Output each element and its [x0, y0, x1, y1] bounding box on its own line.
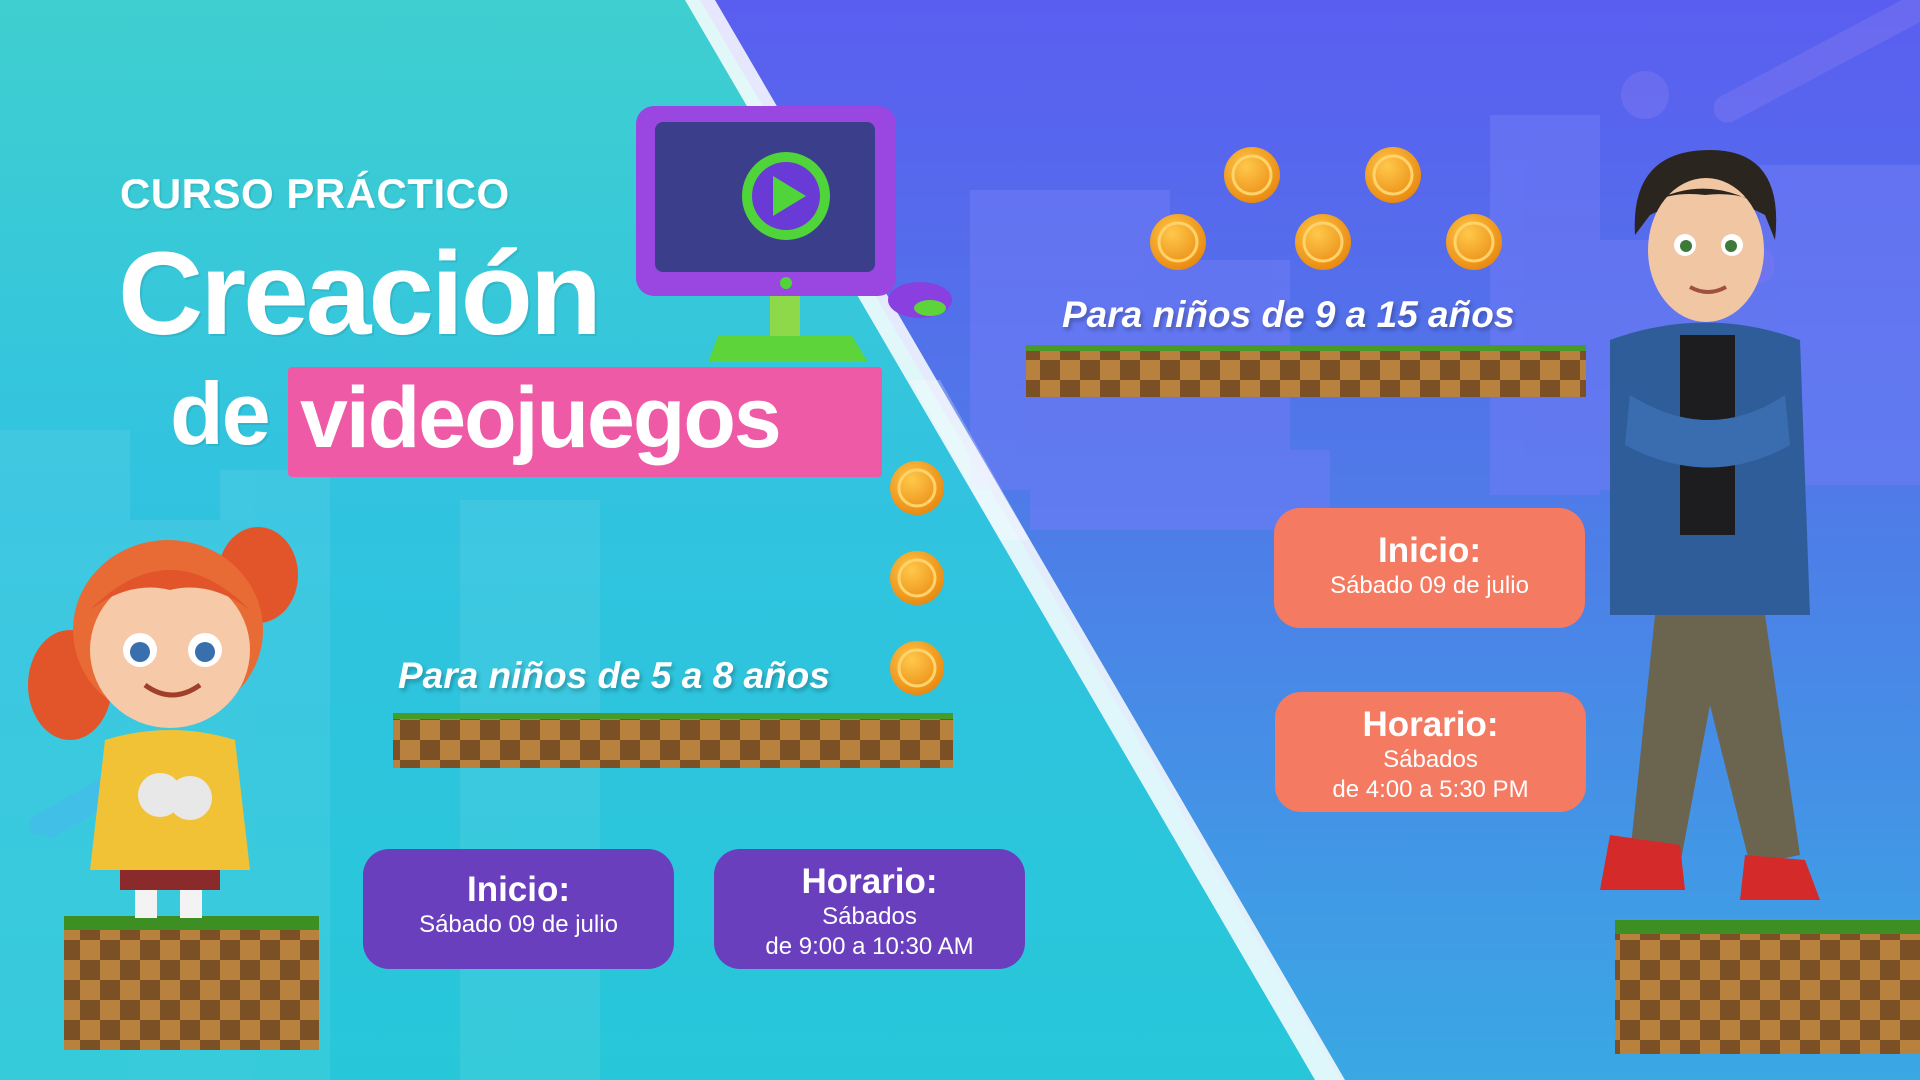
- start-card-young: Inicio: Sábado 09 de julio: [363, 849, 674, 969]
- start-card-older: Inicio: Sábado 09 de julio: [1274, 508, 1585, 628]
- schedule-days-young: Sábados: [822, 902, 917, 930]
- course-title-prefix: de: [170, 364, 271, 463]
- schedule-card-older: Horario: Sábados de 4:00 a 5:30 PM: [1275, 692, 1586, 812]
- schedule-time-older: de 4:00 a 5:30 PM: [1332, 775, 1529, 803]
- course-eyebrow: CURSO PRÁCTICO: [120, 170, 510, 217]
- boy-character-illustration: [1600, 150, 1820, 900]
- age-label-young: Para niños de 5 a 8 años: [398, 655, 830, 696]
- start-title-young: Inicio:: [466, 870, 571, 909]
- schedule-title-older: Horario:: [1362, 705, 1499, 744]
- schedule-time-young: de 9:00 a 10:30 AM: [765, 932, 974, 960]
- schedule-days-older: Sábados: [1383, 745, 1478, 773]
- girl-character-illustration: [28, 527, 298, 918]
- monitor-play-icon: [636, 106, 952, 362]
- schedule-card-young: Horario: Sábados de 9:00 a 10:30 AM: [714, 849, 1025, 969]
- start-date-older: Sábado 09 de julio: [1330, 571, 1529, 599]
- start-title-older: Inicio:: [1377, 531, 1482, 570]
- schedule-title-young: Horario:: [801, 862, 938, 901]
- course-title-line1: Creación: [118, 228, 602, 360]
- course-title-highlight: videojuegos: [300, 370, 782, 466]
- start-date-young: Sábado 09 de julio: [419, 910, 618, 938]
- age-label-older: Para niños de 9 a 15 años: [1062, 294, 1515, 335]
